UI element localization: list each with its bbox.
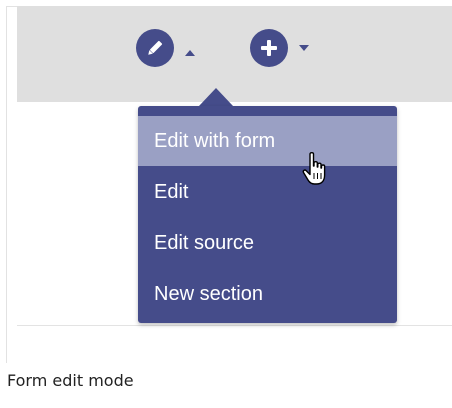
hand-pointer-icon <box>302 151 326 185</box>
menu-pointer <box>199 88 233 106</box>
menu-item-edit-with-form[interactable]: Edit with form <box>138 116 397 166</box>
toolbar <box>17 6 452 102</box>
pencil-icon <box>148 40 163 55</box>
menu-item-new-section[interactable]: New section <box>138 269 397 319</box>
edit-dropdown-menu: Edit with form Edit Edit source New sect… <box>138 106 397 323</box>
content-divider <box>17 325 452 326</box>
image-caption: Form edit mode <box>7 371 134 390</box>
edit-button[interactable] <box>136 29 174 67</box>
menu-item-edit[interactable]: Edit <box>138 167 397 217</box>
plus-icon <box>261 40 277 56</box>
menu-item-edit-source[interactable]: Edit source <box>138 218 397 268</box>
caret-up-icon[interactable] <box>185 50 195 56</box>
caret-down-icon[interactable] <box>299 45 309 51</box>
add-button[interactable] <box>250 29 288 67</box>
